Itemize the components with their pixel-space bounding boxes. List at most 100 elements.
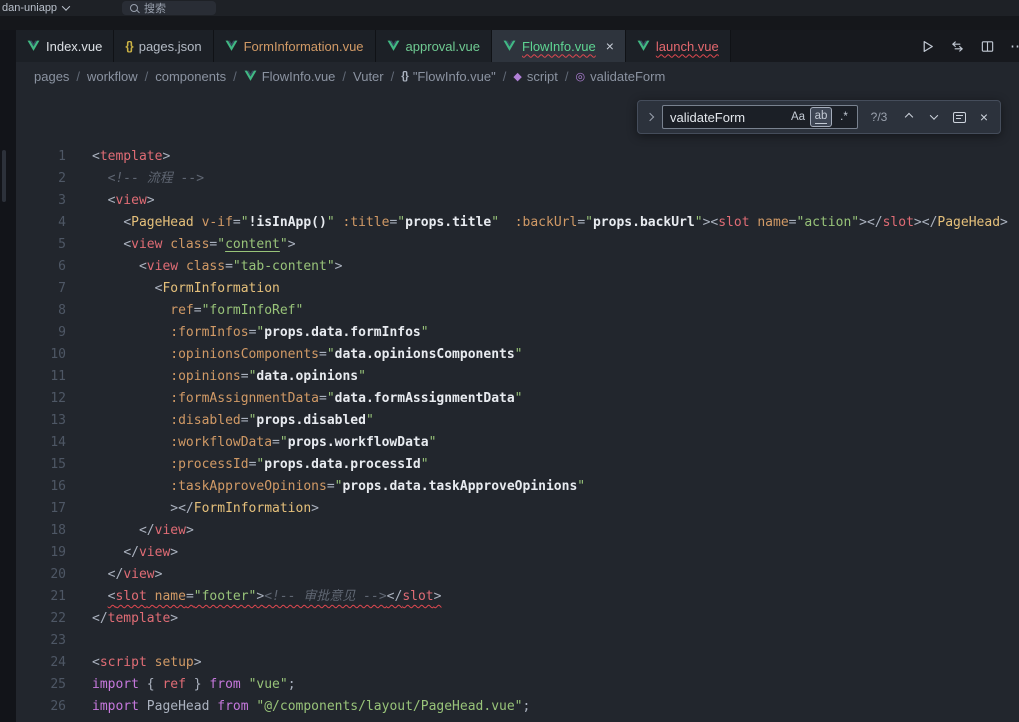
tab-forminformation-vue[interactable]: FormInformation.vue	[214, 30, 376, 62]
line-number[interactable]: 5	[16, 234, 66, 256]
line-number[interactable]: 1	[16, 146, 66, 168]
line-number[interactable]: 11	[16, 366, 66, 388]
line-number[interactable]: 25	[16, 674, 66, 696]
more-actions-button[interactable]: ⋯	[1010, 37, 1019, 55]
toggle-replace-button[interactable]	[645, 114, 655, 120]
breadcrumb-validateform[interactable]: ◎ validateForm	[576, 69, 666, 84]
breadcrumb-pages[interactable]: pages	[34, 69, 69, 84]
code-line[interactable]: 2 <!-- 流程 -->	[16, 168, 1019, 190]
vue-icon	[244, 70, 257, 82]
find-in-selection-button[interactable]	[950, 107, 968, 127]
code-line[interactable]: 11 :opinions="data.opinions"	[16, 366, 1019, 388]
line-number[interactable]: 8	[16, 300, 66, 322]
sliver-marker	[2, 150, 6, 202]
code-line[interactable]: 16 :taskApproveOpinions="props.data.task…	[16, 476, 1019, 498]
breadcrumb-flowinfo-symbol[interactable]: {} "FlowInfo.vue"	[401, 69, 496, 84]
line-number[interactable]: 13	[16, 410, 66, 432]
code-line[interactable]: 1<template>	[16, 146, 1019, 168]
match-case-button[interactable]: Aa	[787, 107, 809, 127]
code-line[interactable]: 3 <view>	[16, 190, 1019, 212]
project-menu[interactable]: dan-uniapp	[0, 2, 69, 14]
code-line[interactable]: 5 <view class="content">	[16, 234, 1019, 256]
tab-index-vue[interactable]: Index.vue	[16, 30, 114, 62]
breadcrumb-script[interactable]: ◆ script	[513, 69, 558, 84]
regex-button[interactable]: .*	[833, 107, 855, 127]
line-number[interactable]: 7	[16, 278, 66, 300]
code-line[interactable]: 9 :formInfos="props.data.formInfos"	[16, 322, 1019, 344]
code-line[interactable]: 22</template>	[16, 608, 1019, 630]
breadcrumb-separator: /	[342, 69, 346, 84]
line-number[interactable]: 17	[16, 498, 66, 520]
line-number[interactable]: 6	[16, 256, 66, 278]
close-find-button[interactable]: ×	[975, 107, 993, 127]
code-line[interactable]: 23	[16, 630, 1019, 652]
code-line[interactable]: 6 <view class="tab-content">	[16, 256, 1019, 278]
code-text: </view>	[66, 520, 194, 542]
code-line[interactable]: 12 :formAssignmentData="data.formAssignm…	[16, 388, 1019, 410]
editor-pane[interactable]: Aa ab .* ?/3 × 1<template>2 <!-- 流程 -->3…	[16, 90, 1019, 722]
tab-launch-vue[interactable]: launch.vue	[626, 30, 731, 62]
code-text: <FormInformation	[66, 278, 280, 300]
close-icon[interactable]: ×	[606, 39, 614, 53]
tab-pages-json[interactable]: {} pages.json	[114, 30, 213, 62]
line-number[interactable]: 22	[16, 608, 66, 630]
line-number[interactable]: 14	[16, 432, 66, 454]
split-editor-button[interactable]	[980, 39, 995, 54]
code-line[interactable]: 17 ></FormInformation>	[16, 498, 1019, 520]
line-number[interactable]: 2	[16, 168, 66, 190]
titlebar-gap	[0, 16, 1019, 30]
open-changes-button[interactable]	[950, 39, 965, 54]
next-match-button[interactable]	[925, 107, 943, 127]
line-number[interactable]: 20	[16, 564, 66, 586]
code-text: :taskApproveOpinions="props.data.taskApp…	[66, 476, 585, 498]
code-text: ref="formInfoRef"	[66, 300, 303, 322]
code-text: <PageHead v-if="!isInApp()" :title="prop…	[66, 212, 1008, 234]
code-text: <slot name="footer"><!-- 审批意见 --></slot>	[66, 586, 441, 608]
code-line[interactable]: 20 </view>	[16, 564, 1019, 586]
line-number[interactable]: 10	[16, 344, 66, 366]
code-line[interactable]: 24<script setup>	[16, 652, 1019, 674]
breadcrumb-workflow[interactable]: workflow	[87, 69, 138, 84]
tab-approval-vue[interactable]: approval.vue	[376, 30, 492, 62]
line-number[interactable]: 9	[16, 322, 66, 344]
find-results-count: ?/3	[865, 110, 893, 124]
line-number[interactable]: 15	[16, 454, 66, 476]
code-text: <view>	[66, 190, 155, 212]
line-number[interactable]: 3	[16, 190, 66, 212]
vue-icon	[225, 40, 238, 52]
line-number[interactable]: 21	[16, 586, 66, 608]
line-number[interactable]: 26	[16, 696, 66, 718]
line-number[interactable]: 23	[16, 630, 66, 652]
line-number[interactable]: 24	[16, 652, 66, 674]
find-input[interactable]	[670, 110, 786, 125]
line-number[interactable]: 12	[16, 388, 66, 410]
code-line[interactable]: 8 ref="formInfoRef"	[16, 300, 1019, 322]
code-line[interactable]: 10 :opinionsComponents="data.opinionsCom…	[16, 344, 1019, 366]
breadcrumb-components[interactable]: components	[155, 69, 226, 84]
line-number[interactable]: 18	[16, 520, 66, 542]
search-icon	[130, 4, 138, 12]
code-text: import { ref } from "vue";	[66, 674, 296, 696]
code-line[interactable]: 18 </view>	[16, 520, 1019, 542]
breadcrumb-flowinfo-file[interactable]: FlowInfo.vue	[244, 69, 336, 84]
line-number[interactable]: 4	[16, 212, 66, 234]
whole-word-button[interactable]: ab	[810, 107, 832, 127]
breadcrumb-vuter[interactable]: Vuter	[353, 69, 384, 84]
code-line[interactable]: 25import { ref } from "vue";	[16, 674, 1019, 696]
code-line[interactable]: 4 <PageHead v-if="!isInApp()" :title="pr…	[16, 212, 1019, 234]
run-button[interactable]	[920, 39, 935, 54]
code-line[interactable]: 21 <slot name="footer"><!-- 审批意见 --></sl…	[16, 586, 1019, 608]
line-number[interactable]: 16	[16, 476, 66, 498]
line-number[interactable]: 19	[16, 542, 66, 564]
code-line[interactable]: 13 :disabled="props.disabled"	[16, 410, 1019, 432]
code-line[interactable]: 7 <FormInformation	[16, 278, 1019, 300]
code-line[interactable]: 26import PageHead from "@/components/lay…	[16, 696, 1019, 718]
code-text: <script setup>	[66, 652, 202, 674]
code-line[interactable]: 15 :processId="props.data.processId"	[16, 454, 1019, 476]
code-line[interactable]: 14 :workflowData="props.workflowData"	[16, 432, 1019, 454]
tab-flowinfo-vue[interactable]: FlowInfo.vue ×	[492, 30, 626, 62]
previous-match-button[interactable]	[900, 107, 918, 127]
vue-icon	[27, 40, 40, 52]
code-line[interactable]: 19 </view>	[16, 542, 1019, 564]
title-search-box[interactable]: 搜索	[122, 1, 216, 15]
